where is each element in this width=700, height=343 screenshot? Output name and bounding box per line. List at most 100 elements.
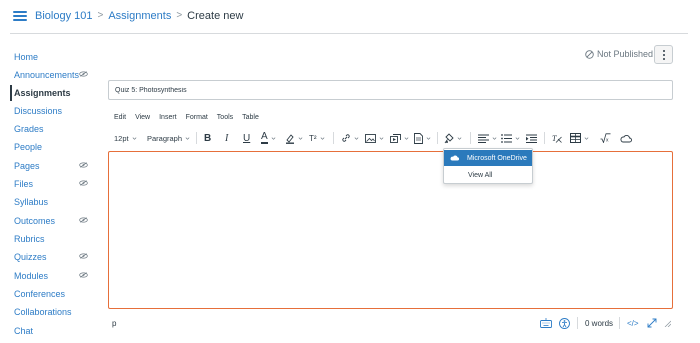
sidebar-item-label: Syllabus [14,197,49,207]
underline-button[interactable]: U [243,129,250,147]
resize-handle[interactable] [663,317,671,329]
italic-button[interactable]: I [225,129,228,147]
chevron-down-icon [354,136,359,140]
bold-button[interactable]: B [204,129,211,147]
align-icon [478,134,489,143]
sidebar-item-discussions[interactable]: Discussions [10,103,94,119]
list-button[interactable] [501,129,520,147]
chevron-down-icon [584,136,589,140]
header-divider [10,33,688,34]
menu-item-view-all[interactable]: View All [444,167,532,183]
html-editor-toggle[interactable]: </> [627,317,639,329]
sidebar-item-rubrics[interactable]: Rubrics [10,231,94,247]
image-icon [365,133,376,143]
clear-format-icon: T [552,134,562,143]
rich-content-editor[interactable] [108,151,673,309]
table-button[interactable] [570,129,589,147]
chevron-down-icon [515,136,520,140]
word-count[interactable]: 0 words [585,317,613,329]
sidebar-item-people[interactable]: People [10,139,94,155]
sidebar-item-label: Collaborations [14,307,72,317]
publish-status: Not Published [585,49,653,59]
sidebar-item-outcomes[interactable]: Outcomes [10,213,94,229]
font-size-select[interactable]: 12pt [114,129,137,147]
sidebar-item-chat[interactable]: Chat [10,323,94,339]
image-button[interactable] [365,129,384,147]
document-button[interactable] [414,129,431,147]
sidebar-item-announcements[interactable]: Announcements [10,67,94,83]
hidden-eye-icon [79,217,88,223]
superscript-icon: T² [309,133,317,143]
menu-view[interactable]: View [135,114,150,121]
chevron-down-icon [426,136,431,140]
chevron-down-icon [404,136,409,140]
text-color-button[interactable]: A [261,129,276,147]
apps-button[interactable] [444,129,462,147]
chevron-down-icon [271,136,276,140]
menu-insert[interactable]: Insert [159,114,177,121]
svg-text:T: T [552,134,557,143]
clear-format-button[interactable]: T [552,129,562,147]
menu-edit[interactable]: Edit [114,114,126,121]
breadcrumb-course[interactable]: Biology 101 [35,9,93,23]
menu-tools[interactable]: Tools [217,114,233,121]
assignment-title-input[interactable] [108,80,673,100]
link-button[interactable] [341,129,359,147]
sidebar-item-label: Home [14,52,39,62]
table-icon [570,133,581,143]
accessibility-checker-button[interactable] [559,317,570,329]
sidebar-item-files[interactable]: Files [10,176,94,192]
chevron-down-icon [320,136,324,140]
chevron-down-icon [379,136,384,140]
sidebar-item-quizzes[interactable]: Quizzes [10,249,94,265]
keyboard-icon [540,318,552,328]
media-button[interactable] [390,129,409,147]
chevron-down-icon [457,136,462,140]
sidebar-item-grades[interactable]: Grades [10,121,94,137]
document-icon [414,132,423,144]
hidden-eye-icon [79,71,88,77]
font-size-value: 12pt [114,133,129,143]
sidebar-item-label: People [14,142,43,152]
toolbar-separator [437,132,438,144]
publish-status-text: Not Published [597,49,654,59]
toolbar-separator [544,132,545,144]
sidebar-item-label: Modules [14,271,49,281]
menu-item-label: View All [468,171,493,179]
block-format-select[interactable]: Paragraph [147,129,190,147]
hamburger-icon[interactable] [13,11,27,21]
sidebar-item-collaborations[interactable]: Collaborations [10,304,94,320]
breadcrumb-separator: > [176,10,183,21]
menu-format[interactable]: Format [186,114,208,121]
svg-text:x: x [606,138,609,144]
menu-table[interactable]: Table [242,114,259,121]
sidebar-item-label: Assignments [14,88,71,98]
toolbar-separator [196,132,197,144]
indent-button[interactable] [526,129,537,147]
hidden-eye-icon [79,162,88,168]
sidebar-item-modules[interactable]: Modules [10,268,94,284]
menu-item-onedrive[interactable]: Microsoft OneDrive [444,150,532,166]
breadcrumb-separator: > [97,10,104,21]
sidebar-item-pages[interactable]: Pages [10,158,94,174]
menu-item-label: Microsoft OneDrive [467,154,527,162]
sidebar-item-syllabus[interactable]: Syllabus [10,194,94,210]
sidebar-item-assignments[interactable]: Assignments [10,85,94,101]
sidebar-item-conferences[interactable]: Conferences [10,286,94,302]
cloud-button[interactable] [620,129,632,147]
fullscreen-button[interactable] [647,317,657,329]
align-button[interactable] [478,129,497,147]
highlight-icon [286,133,294,144]
highlight-button[interactable] [285,129,303,147]
element-path[interactable]: p [112,319,116,328]
breadcrumb-assignments[interactable]: Assignments [108,9,171,23]
cloud-icon [620,134,632,142]
editor-toolbar: 12pt Paragraph B I U A T² T x [108,129,674,147]
superscript-button[interactable]: T² [309,129,325,147]
chevron-down-icon [132,136,137,140]
kebab-menu-icon[interactable] [654,45,673,64]
breadcrumb-current: Create new [187,10,244,22]
sidebar-item-home[interactable]: Home [10,49,94,65]
keyboard-shortcuts-button[interactable] [540,317,552,329]
equation-button[interactable]: x [600,129,611,147]
